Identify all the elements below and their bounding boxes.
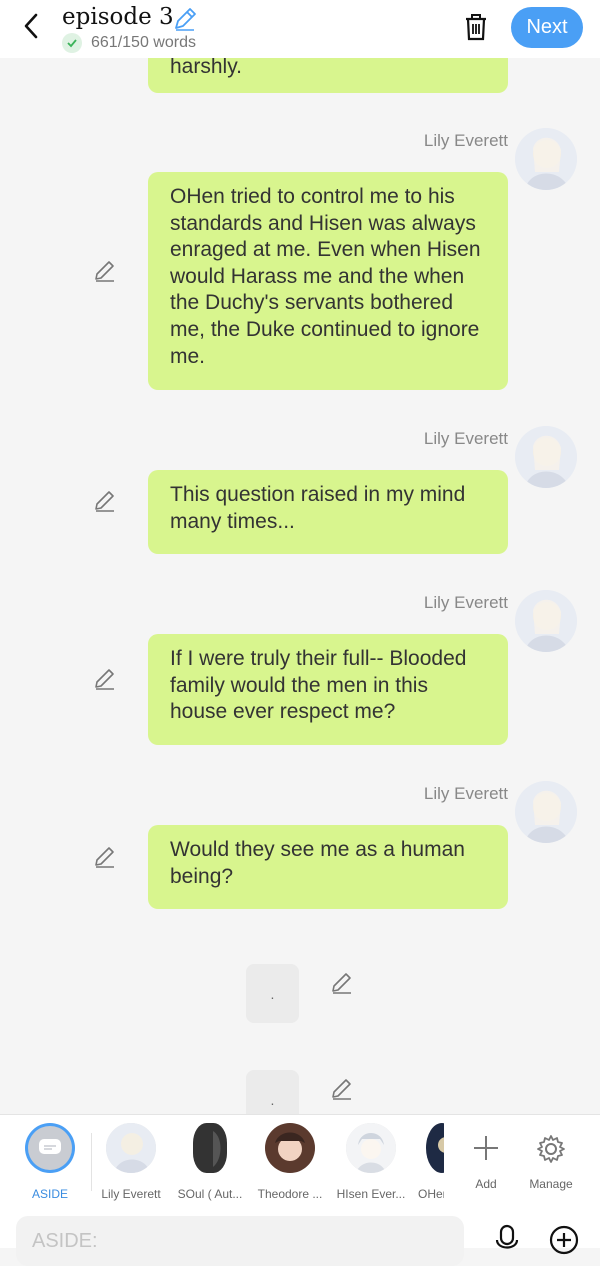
character-hisen[interactable]: HIsen Ever... xyxy=(331,1123,411,1201)
avatar xyxy=(265,1123,315,1173)
composer-bar xyxy=(0,1206,600,1266)
chat-area[interactable]: harshly. Lily Everett OHen tried to cont… xyxy=(0,58,600,1114)
trash-icon[interactable] xyxy=(460,10,492,44)
character-theodore[interactable]: Theodore ... xyxy=(250,1123,330,1201)
character-label: HIsen Ever... xyxy=(336,1187,406,1201)
character-soul[interactable]: SOul ( Aut... xyxy=(170,1123,250,1201)
avatar xyxy=(346,1123,396,1173)
speaker-name: Lily Everett xyxy=(423,429,508,448)
microphone-icon[interactable] xyxy=(492,1224,522,1254)
message-bubble[interactable]: OHen tried to control me to his standard… xyxy=(148,172,508,390)
avatar xyxy=(106,1123,156,1173)
add-circle-icon[interactable] xyxy=(548,1224,580,1256)
avatar xyxy=(193,1123,227,1173)
manage-characters-button[interactable]: Manage xyxy=(511,1123,591,1191)
speaker-name: Lily Everett xyxy=(423,784,508,803)
avatar[interactable] xyxy=(515,590,577,652)
avatar[interactable] xyxy=(515,426,577,488)
avatar xyxy=(426,1123,444,1173)
message-text: If I were truly their full-- Blooded fam… xyxy=(170,647,467,724)
edit-message-icon[interactable] xyxy=(92,844,118,870)
character-label: Theodore ... xyxy=(257,1187,323,1201)
check-icon xyxy=(62,33,82,53)
edit-aside-icon[interactable] xyxy=(329,970,355,996)
word-count: 661/150 words xyxy=(62,33,196,53)
avatar[interactable] xyxy=(515,128,577,190)
speaker-name: Lily Everett xyxy=(423,593,508,612)
next-button[interactable]: Next xyxy=(511,7,583,48)
edit-message-icon[interactable] xyxy=(92,258,118,284)
edit-title-icon[interactable] xyxy=(172,6,198,32)
back-arrow-icon[interactable] xyxy=(14,8,50,44)
word-count-text: 661/150 words xyxy=(91,34,196,51)
message-bubble[interactable]: This question raised in my mind many tim… xyxy=(148,470,508,554)
aside-bubble[interactable]: . xyxy=(246,964,299,1023)
speaker-name: Lily Everett xyxy=(423,131,508,150)
gear-icon xyxy=(537,1135,565,1163)
episode-title[interactable]: episode 3 xyxy=(62,4,174,30)
message-text: OHen tried to control me to his standard… xyxy=(170,185,481,368)
character-label: OHen xyxy=(418,1187,444,1201)
character-label: SOul ( Aut... xyxy=(177,1187,243,1201)
aside-icon xyxy=(25,1123,75,1173)
aside-bubble[interactable]: . xyxy=(246,1070,299,1114)
message-text: harshly. xyxy=(170,58,242,78)
edit-aside-icon[interactable] xyxy=(329,1076,355,1102)
aside-text: . xyxy=(270,985,275,1002)
message-text: This question raised in my mind many tim… xyxy=(170,483,466,533)
character-ohen[interactable]: OHen xyxy=(404,1123,444,1201)
aside-text: . xyxy=(270,1091,275,1108)
edit-message-icon[interactable] xyxy=(92,488,118,514)
message-input[interactable] xyxy=(16,1216,464,1266)
message-text: Would they see me as a human being? xyxy=(170,838,465,888)
character-aside[interactable]: ASIDE xyxy=(10,1123,90,1201)
plus-icon xyxy=(474,1136,498,1160)
top-bar: episode 3 661/150 words Next xyxy=(0,0,600,58)
manage-label: Manage xyxy=(529,1177,573,1191)
character-label: Lily Everett xyxy=(101,1187,161,1201)
message-bubble[interactable]: Would they see me as a human being? xyxy=(148,825,508,909)
character-label: ASIDE xyxy=(31,1187,68,1201)
message-bubble[interactable]: If I were truly their full-- Blooded fam… xyxy=(148,634,508,745)
character-picker: ASIDE Lily Everett SOul ( Aut... Theodor… xyxy=(0,1114,600,1206)
avatar[interactable] xyxy=(515,781,577,843)
edit-message-icon[interactable] xyxy=(92,666,118,692)
character-lily[interactable]: Lily Everett xyxy=(91,1123,171,1201)
message-bubble[interactable]: harshly. xyxy=(148,58,508,93)
